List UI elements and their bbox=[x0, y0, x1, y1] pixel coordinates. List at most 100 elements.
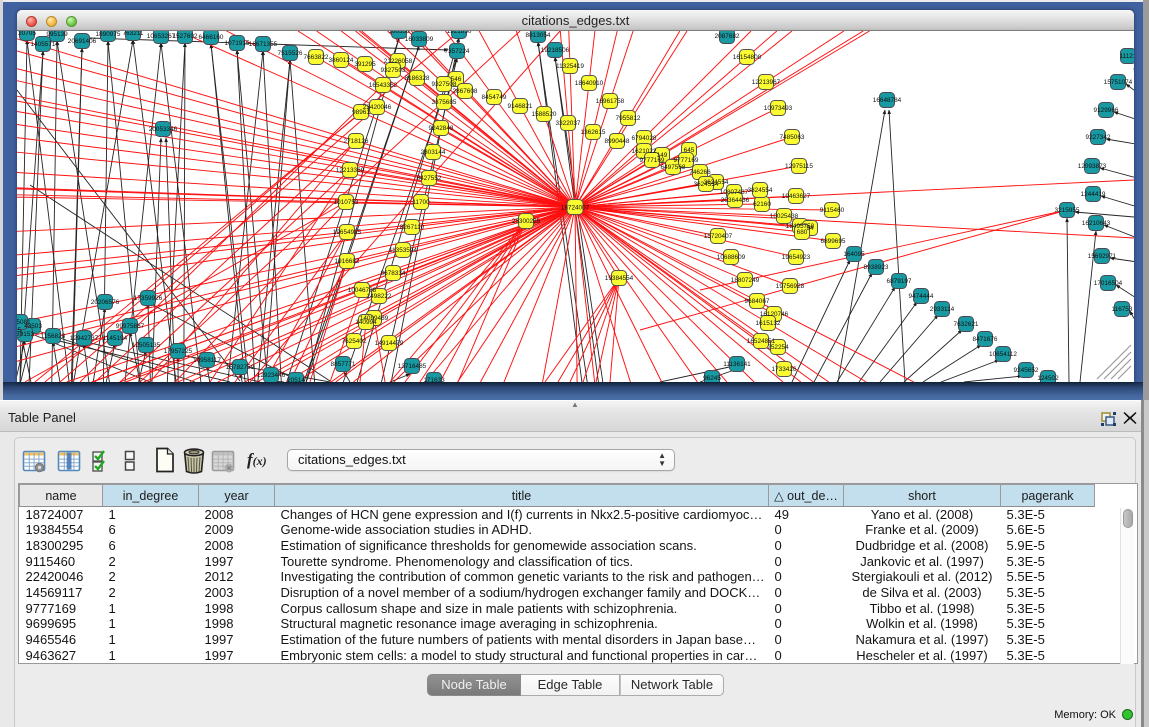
svg-text:16961758: 16961758 bbox=[596, 98, 625, 105]
svg-text:1588520: 1588520 bbox=[532, 111, 557, 118]
svg-text:9474444: 9474444 bbox=[909, 293, 934, 300]
svg-text:10653267: 10653267 bbox=[147, 33, 176, 40]
svg-text:9146821: 9146821 bbox=[508, 103, 533, 110]
svg-text:116753: 116753 bbox=[1112, 306, 1133, 313]
svg-text:21226058: 21226058 bbox=[384, 58, 413, 65]
svg-text:10807487: 10807487 bbox=[720, 189, 749, 196]
svg-text:7632621: 7632621 bbox=[954, 321, 979, 328]
svg-text:160338: 160338 bbox=[388, 31, 410, 35]
svg-text:18724007: 18724007 bbox=[561, 205, 590, 212]
svg-text:16648784: 16648784 bbox=[873, 97, 902, 104]
svg-text:10025438: 10025438 bbox=[770, 213, 799, 220]
svg-text:19384554: 19384554 bbox=[605, 275, 634, 282]
svg-text:12942737: 12942737 bbox=[70, 335, 99, 342]
svg-text:98961: 98961 bbox=[352, 109, 370, 116]
svg-text:9115460: 9115460 bbox=[820, 207, 845, 214]
svg-text:19654923: 19654923 bbox=[782, 254, 811, 261]
svg-text:8454749: 8454749 bbox=[482, 94, 507, 101]
svg-text:12975115: 12975115 bbox=[785, 163, 813, 170]
svg-text:10654112: 10654112 bbox=[989, 351, 1017, 358]
svg-text:16120746: 16120746 bbox=[760, 311, 789, 318]
svg-text:3815: 3815 bbox=[17, 327, 22, 334]
svg-text:3322037: 3322037 bbox=[556, 120, 581, 127]
svg-text:6794028: 6794028 bbox=[632, 135, 657, 142]
svg-text:16782759: 16782759 bbox=[226, 364, 255, 371]
svg-text:7357224: 7357224 bbox=[445, 48, 470, 55]
svg-text:2718126: 2718126 bbox=[344, 138, 369, 145]
svg-text:11121: 11121 bbox=[1120, 53, 1134, 60]
svg-text:164095: 164095 bbox=[843, 251, 865, 258]
svg-text:9245652: 9245652 bbox=[1014, 367, 1039, 374]
svg-text:96245: 96245 bbox=[703, 375, 721, 382]
svg-text:391295: 391295 bbox=[354, 61, 376, 68]
svg-text:7955812: 7955812 bbox=[616, 115, 641, 122]
svg-text:7485063: 7485063 bbox=[780, 134, 805, 141]
svg-text:16033809: 16033809 bbox=[405, 36, 434, 43]
svg-text:18807249: 18807249 bbox=[731, 277, 760, 284]
svg-text:99975867: 99975867 bbox=[116, 323, 145, 330]
svg-text:15720407: 15720407 bbox=[704, 233, 733, 240]
svg-text:11353594: 11353594 bbox=[389, 247, 417, 254]
svg-text:17957225: 17957225 bbox=[164, 348, 193, 355]
svg-text:16543362: 16543362 bbox=[369, 82, 398, 89]
svg-text:3624554: 3624554 bbox=[694, 181, 719, 188]
svg-text:8186328: 8186328 bbox=[405, 75, 430, 82]
svg-text:8267110: 8267110 bbox=[400, 224, 425, 231]
svg-text:1621022: 1621022 bbox=[632, 148, 657, 155]
svg-text:16671355: 16671355 bbox=[249, 41, 278, 48]
svg-text:20206576: 20206576 bbox=[91, 299, 120, 306]
svg-text:12923446: 12923446 bbox=[257, 372, 286, 379]
svg-text:9227342: 9227342 bbox=[1086, 134, 1111, 141]
svg-text:1071915: 1071915 bbox=[225, 40, 250, 47]
svg-text:2803144: 2803144 bbox=[421, 149, 446, 156]
svg-text:252254: 252254 bbox=[767, 344, 789, 351]
svg-text:94: 94 bbox=[806, 225, 814, 232]
svg-text:680: 680 bbox=[797, 229, 808, 236]
svg-text:8471676: 8471676 bbox=[973, 336, 998, 343]
svg-text:10973493: 10973493 bbox=[764, 105, 793, 112]
svg-text:17359926: 17359926 bbox=[134, 295, 163, 302]
svg-text:20705: 20705 bbox=[18, 31, 36, 37]
svg-text:20364436: 20364436 bbox=[721, 197, 750, 204]
svg-text:763211: 763211 bbox=[123, 31, 144, 37]
svg-text:12213369: 12213369 bbox=[336, 167, 365, 174]
svg-text:1890975: 1890975 bbox=[96, 31, 121, 38]
svg-text:19756928: 19756928 bbox=[776, 283, 805, 290]
svg-text:1405571: 1405571 bbox=[31, 41, 56, 48]
svg-text:19654925: 19654925 bbox=[333, 229, 362, 236]
svg-text:15692971: 15692971 bbox=[1088, 253, 1117, 260]
svg-text:1156828: 1156828 bbox=[41, 333, 66, 340]
svg-text:11700: 11700 bbox=[412, 199, 430, 206]
svg-text:16210643: 16210643 bbox=[1082, 220, 1111, 227]
svg-text:6899695: 6899695 bbox=[821, 238, 846, 245]
svg-text:6879197: 6879197 bbox=[887, 278, 912, 285]
svg-text:8427552: 8427552 bbox=[417, 175, 442, 182]
svg-text:1733426: 1733426 bbox=[772, 366, 797, 373]
svg-text:140994: 140994 bbox=[355, 319, 377, 326]
svg-text:746266: 746266 bbox=[689, 169, 711, 176]
svg-text:9684067: 9684067 bbox=[745, 298, 770, 305]
svg-text:8857771: 8857771 bbox=[331, 361, 356, 368]
svg-text:1498222: 1498222 bbox=[367, 293, 392, 300]
svg-text:1145194: 1145194 bbox=[103, 335, 128, 342]
svg-text:14914479: 14914479 bbox=[375, 340, 404, 347]
svg-text:62160: 62160 bbox=[753, 201, 771, 208]
svg-text:6466160: 6466160 bbox=[199, 34, 224, 41]
svg-text:1615132: 1615132 bbox=[756, 320, 781, 327]
svg-text:8938923: 8938923 bbox=[864, 264, 889, 271]
svg-text:11136141: 11136141 bbox=[723, 361, 751, 368]
svg-text:20691406: 20691406 bbox=[68, 38, 97, 45]
svg-text:3824554: 3824554 bbox=[748, 187, 773, 194]
svg-text:12093873: 12093873 bbox=[1078, 163, 1107, 170]
svg-text:9777169: 9777169 bbox=[674, 157, 699, 164]
svg-text:1921850: 1921850 bbox=[447, 31, 472, 35]
svg-text:6497568: 6497568 bbox=[661, 164, 686, 171]
svg-text:2867608: 2867608 bbox=[453, 88, 478, 95]
svg-text:12505135: 12505135 bbox=[132, 342, 161, 349]
svg-text:20514: 20514 bbox=[287, 377, 305, 382]
svg-text:7625402: 7625402 bbox=[342, 338, 367, 345]
svg-text:435081: 435081 bbox=[17, 319, 31, 326]
svg-text:19218506: 19218506 bbox=[541, 47, 570, 54]
svg-text:1010753: 1010753 bbox=[334, 199, 359, 206]
svg-text:17016504: 17016504 bbox=[1094, 280, 1123, 287]
